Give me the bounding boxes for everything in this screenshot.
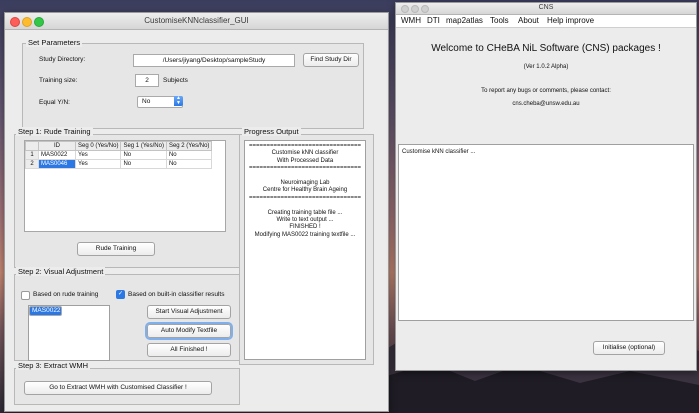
table-row[interactable]: 2 MAS0046 Yes No No	[25, 159, 213, 169]
builtin-classifier-checkbox[interactable]: ✓	[116, 290, 125, 299]
builtin-classifier-option-label: Based on built-in classifier results	[128, 291, 225, 298]
col-header-seg1[interactable]: Seg 1 (Yes/No)	[120, 141, 167, 151]
equal-label: Equal Y/N:	[39, 99, 70, 106]
output-line: Write to text output ...	[276, 216, 334, 223]
training-size-label: Training size:	[39, 77, 78, 84]
chevron-updown-icon: ▲ ▼	[174, 96, 183, 106]
step2-panel: Step 2: Visual Adjustment Based on rude …	[14, 267, 240, 361]
cell-id[interactable]: MAS0022	[38, 150, 76, 160]
step3-panel: Step 3: Extract WMH Go to Extract WMH wi…	[14, 361, 240, 405]
cell-seg0[interactable]: Yes	[74, 159, 122, 169]
rude-training-option-label: Based on rude training	[33, 291, 99, 298]
subjects-label: Subjects	[163, 77, 188, 84]
menu-dti[interactable]: DTI	[427, 16, 440, 25]
cell-seg2[interactable]: No	[165, 150, 213, 160]
report-text: To report any bugs or comments, please c…	[481, 88, 611, 94]
menu-map2atlas[interactable]: map2atlas	[446, 16, 483, 25]
progress-output-text: ================================ Customi…	[245, 141, 365, 239]
col-header-seg0[interactable]: Seg 0 (Yes/No)	[74, 141, 122, 151]
title-bar[interactable]: CustomiseKNNclassifier_GUI	[5, 13, 388, 30]
initialise-button[interactable]: Initialise (optional)	[593, 341, 665, 355]
cns-window: CNS WMH DTI map2atlas Tools About Help i…	[395, 2, 697, 371]
row-number: 1	[25, 150, 39, 160]
output-line: FINISHED !	[289, 224, 321, 231]
row-number-header	[25, 141, 39, 151]
study-dir-label: Study Directory:	[39, 56, 86, 63]
set-parameters-panel: Set Parameters Study Directory: /Users/j…	[22, 38, 364, 129]
output-line: ================================	[248, 194, 362, 201]
progress-output-title: Progress Output	[242, 127, 301, 136]
contact-email: cns.cheba@unsw.edu.au	[512, 101, 580, 107]
list-item[interactable]: MAS0022	[29, 306, 62, 316]
extract-wmh-button[interactable]: Go to Extract WMH with Customised Classi…	[24, 381, 212, 395]
auto-modify-textfile-button[interactable]: Auto Modify Textfile	[147, 324, 231, 338]
menu-about[interactable]: About	[518, 16, 539, 25]
checkmark-icon: ✓	[117, 291, 124, 297]
cell-id[interactable]: MAS0046	[38, 159, 76, 169]
start-visual-adjustment-button[interactable]: Start Visual Adjustment	[147, 305, 231, 319]
cell-seg0[interactable]: Yes	[74, 150, 122, 160]
step1-panel: Step 1: Rude Training ID Seg 0 (Yes/No) …	[14, 127, 240, 268]
output-line: Customise kNN classifier	[271, 150, 339, 157]
step3-title: Step 3: Extract WMH	[16, 361, 91, 370]
cns-menu-bar: WMH DTI map2atlas Tools About Help impro…	[396, 15, 696, 28]
subject-list[interactable]: MAS0022 MAS0046	[28, 305, 110, 361]
find-study-dir-button[interactable]: Find Study Dir	[303, 53, 359, 67]
progress-output-panel: Progress Output ========================…	[239, 127, 374, 365]
menu-help-improve[interactable]: Help improve	[547, 16, 594, 25]
menu-wmh[interactable]: WMH	[401, 16, 421, 25]
cell-seg2[interactable]: No	[165, 159, 213, 169]
equal-select[interactable]: No ▲ ▼	[137, 96, 183, 108]
row-number: 2	[25, 159, 39, 169]
cns-log-text: Customise kNN classifier ...	[402, 149, 476, 155]
equal-select-value: No	[142, 98, 151, 105]
output-line: ================================	[248, 143, 362, 149]
set-parameters-title: Set Parameters	[26, 38, 83, 47]
menu-tools[interactable]: Tools	[490, 16, 509, 25]
output-line: With Processed Data	[276, 157, 334, 164]
output-line: Centre for Healthy Brain Ageing	[262, 187, 348, 194]
version-text: (Ver 1.0.2 Alpha)	[523, 64, 569, 70]
rude-training-checkbox[interactable]	[21, 291, 30, 300]
output-line: ================================	[248, 165, 362, 172]
window-title: CustomiseKNNclassifier_GUI	[144, 16, 249, 25]
step1-title: Step 1: Rude Training	[16, 127, 93, 136]
col-header-id[interactable]: ID	[38, 141, 76, 151]
output-line: Creating training table file ...	[267, 209, 343, 216]
cell-seg1[interactable]: No	[120, 150, 167, 160]
rude-training-button[interactable]: Rude Training	[77, 242, 155, 256]
progress-output-box[interactable]: ================================ Customi…	[244, 140, 366, 360]
training-size-field[interactable]: 2	[135, 74, 159, 87]
output-line: Neuroimaging Lab	[280, 179, 330, 186]
table-row[interactable]: 1 MAS0022 Yes No No	[25, 150, 213, 160]
study-dir-field[interactable]: /Users/jiyang/Desktop/sampleStudy	[133, 54, 295, 67]
training-table[interactable]: ID Seg 0 (Yes/No) Seg 1 (Yes/No) Seg 2 (…	[25, 141, 213, 169]
cns-window-title: CNS	[538, 4, 554, 11]
col-header-seg2[interactable]: Seg 2 (Yes/No)	[165, 141, 213, 151]
cell-seg1[interactable]: No	[120, 159, 167, 169]
output-line: Modifying MAS0022 training textfile ...	[254, 231, 356, 238]
cns-title-bar[interactable]: CNS	[396, 3, 696, 15]
step2-title: Step 2: Visual Adjustment	[16, 267, 106, 276]
knn-classifier-window: CustomiseKNNclassifier_GUI Set Parameter…	[4, 12, 389, 412]
cns-log-box[interactable]: Customise kNN classifier ...	[398, 144, 694, 321]
table-header-row: ID Seg 0 (Yes/No) Seg 1 (Yes/No) Seg 2 (…	[25, 141, 213, 151]
welcome-heading: Welcome to CHeBA NiL Software (CNS) pack…	[431, 43, 661, 54]
all-finished-button[interactable]: All Finished !	[147, 343, 231, 357]
